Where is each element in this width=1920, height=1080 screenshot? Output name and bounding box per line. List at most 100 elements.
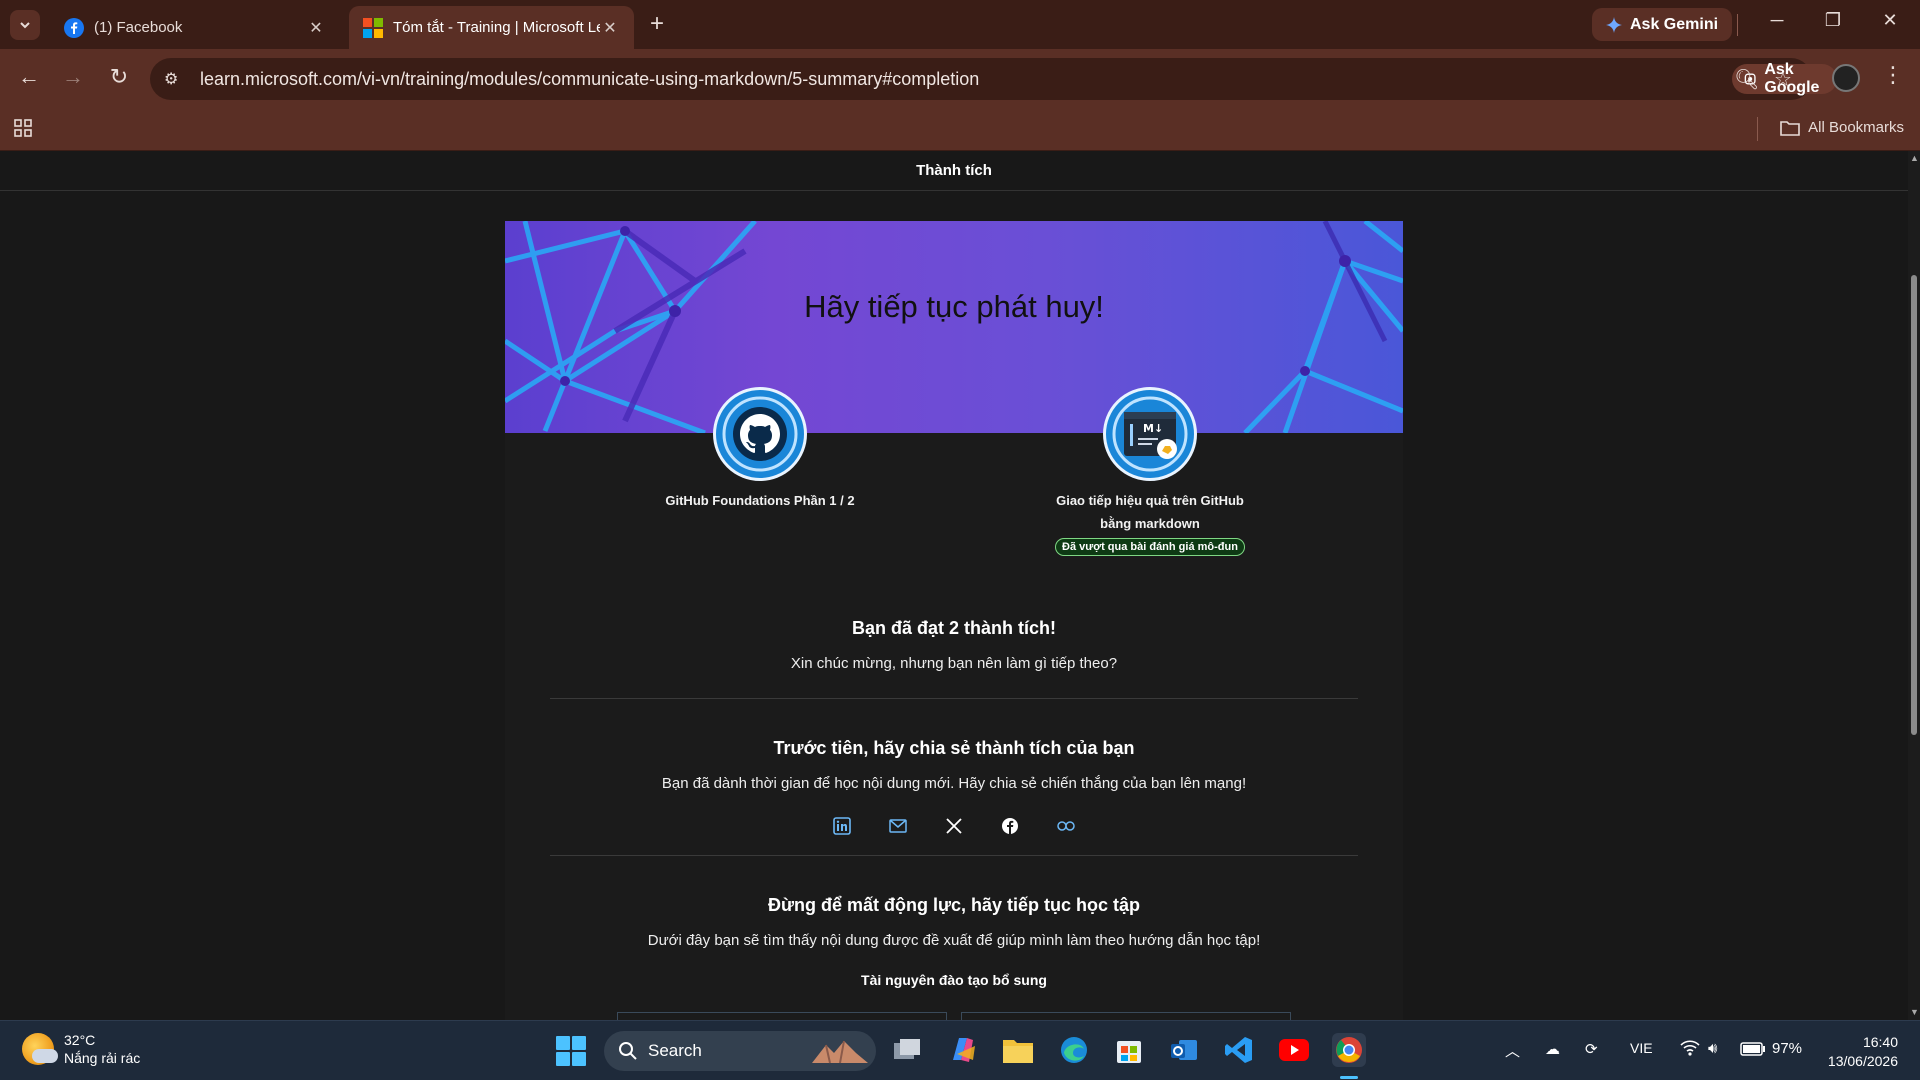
resource-card[interactable] bbox=[961, 1012, 1291, 1020]
profile-avatar[interactable] bbox=[1832, 64, 1860, 92]
divider bbox=[550, 698, 1358, 699]
windows-start-icon[interactable] bbox=[556, 1036, 586, 1066]
outlook-icon[interactable] bbox=[1167, 1033, 1201, 1067]
close-window-button[interactable]: ✕ bbox=[1870, 10, 1910, 31]
volume-icon[interactable]: 🔊︎ bbox=[1708, 1040, 1717, 1057]
tab-title: Tóm tắt - Training | Microsoft Learn bbox=[393, 19, 600, 36]
weather-temp: 32°C bbox=[64, 1032, 96, 1048]
badge-name: GitHub Foundations Phần 1 / 2 bbox=[665, 493, 855, 508]
menu-icon[interactable]: ⋮ bbox=[1882, 62, 1904, 88]
ask-gemini-label: Ask Gemini bbox=[1630, 15, 1719, 33]
share-title: Trước tiên, hãy chia sẻ thành tích của b… bbox=[773, 738, 1135, 758]
facebook-share-icon[interactable] bbox=[1001, 817, 1019, 835]
microsoft-store-icon[interactable] bbox=[1112, 1033, 1146, 1067]
taskbar-search[interactable]: Search bbox=[604, 1031, 876, 1071]
url-text: learn.microsoft.com/vi-vn/training/modul… bbox=[200, 68, 980, 89]
file-explorer-icon[interactable] bbox=[1001, 1033, 1035, 1067]
search-highlight-icon bbox=[812, 1040, 868, 1064]
gemini-sparkle-icon bbox=[1606, 16, 1622, 33]
onedrive-off-icon[interactable]: ☁ bbox=[1545, 1040, 1560, 1058]
badge-name: Giao tiếp hiệu quả trên GitHub bằng mark… bbox=[1015, 489, 1285, 535]
badge-github-foundations[interactable]: GitHub Foundations Phần 1 / 2 bbox=[625, 387, 895, 512]
badge-name-line1: Giao tiếp hiệu quả trên GitHub bbox=[1056, 493, 1244, 508]
forward-button[interactable]: → bbox=[58, 64, 88, 90]
folder-icon bbox=[1780, 120, 1800, 136]
page-title: Thành tích bbox=[0, 151, 1908, 191]
microsoft-365-icon[interactable] bbox=[946, 1033, 980, 1067]
browser-tab-bar: (1) Facebook ✕ Tóm tắt - Training | Micr… bbox=[0, 0, 1920, 49]
chrome-icon[interactable] bbox=[1332, 1033, 1366, 1067]
date: 13/06/2026 bbox=[1827, 1053, 1898, 1069]
bookmarks-bar: All Bookmarks bbox=[0, 109, 1920, 151]
keep-learning-section: Đừng để mất động lực, hãy tiếp tục học t… bbox=[505, 895, 1403, 916]
wifi-icon[interactable] bbox=[1680, 1040, 1700, 1060]
status-badge: Đã vượt qua bài đánh giá mô-đun bbox=[1055, 538, 1245, 556]
x-icon[interactable] bbox=[945, 817, 963, 835]
new-tab-button[interactable]: + bbox=[650, 12, 664, 36]
achievements-section: Bạn đã đạt 2 thành tích! bbox=[505, 618, 1403, 639]
show-hidden-icons[interactable]: ︿ bbox=[1505, 1040, 1520, 1061]
task-view-icon[interactable] bbox=[890, 1033, 924, 1067]
star-icon[interactable]: ☆ bbox=[1774, 67, 1792, 92]
tab-facebook[interactable]: (1) Facebook ✕ bbox=[50, 6, 340, 49]
battery-percent: 97% bbox=[1772, 1040, 1803, 1057]
address-bar[interactable]: ⚙ learn.microsoft.com/vi-vn/training/mod… bbox=[150, 58, 1838, 100]
back-button[interactable]: ← bbox=[14, 64, 44, 90]
scrollbar[interactable]: ▲ ▼ bbox=[1908, 151, 1920, 1020]
minimize-button[interactable]: ─ bbox=[1757, 10, 1797, 31]
markdown-icon: M↓ bbox=[1112, 396, 1188, 472]
clock[interactable]: 16:40 13/06/2026 bbox=[1828, 1033, 1898, 1071]
github-badge bbox=[713, 387, 807, 481]
resources-label: Tài nguyên đào tạo bổ sung bbox=[861, 972, 1047, 988]
scroll-thumb[interactable] bbox=[1911, 275, 1917, 735]
resource-card[interactable] bbox=[617, 1012, 947, 1020]
tab-search-button[interactable] bbox=[10, 10, 40, 40]
language-indicator[interactable]: VIE bbox=[1630, 1040, 1653, 1056]
facebook-icon bbox=[64, 17, 84, 38]
banner-title: Hãy tiếp tục phát huy! bbox=[804, 289, 1104, 324]
badge-name-line2: bằng markdown bbox=[1100, 516, 1200, 531]
reload-button[interactable]: ↻ bbox=[104, 64, 134, 90]
battery-indicator[interactable]: 97% bbox=[1740, 1040, 1802, 1057]
site-info-icon[interactable]: ⚙ bbox=[164, 69, 188, 89]
browser-toolbar: ← → ↻ ⚙ learn.microsoft.com/vi-vn/traini… bbox=[0, 49, 1920, 109]
divider bbox=[550, 855, 1358, 856]
close-icon[interactable]: ✕ bbox=[600, 18, 620, 38]
ask-gemini-button[interactable]: Ask Gemini bbox=[1592, 8, 1733, 41]
taskbar: 32°C Nắng rải rác Search ︿ ☁ ⟳ VIE � bbox=[0, 1020, 1920, 1080]
vscode-icon[interactable] bbox=[1222, 1033, 1256, 1067]
keep-learning-subtitle-wrap: Dưới đây bạn sẽ tìm thấy nội dung được đ… bbox=[505, 932, 1403, 949]
share-buttons bbox=[505, 817, 1403, 835]
linkedin-icon[interactable] bbox=[833, 817, 851, 835]
weather-sun-cloud-icon bbox=[22, 1033, 58, 1065]
link-icon[interactable] bbox=[1057, 817, 1075, 835]
tab-microsoft-learn[interactable]: Tóm tắt - Training | Microsoft Learn ✕ bbox=[349, 6, 634, 49]
scroll-down-icon[interactable]: ▼ bbox=[1910, 1007, 1919, 1017]
achievements-subtitle-wrap: Xin chúc mừng, nhưng bạn nên làm gì tiếp… bbox=[505, 655, 1403, 672]
badge-markdown[interactable]: M↓ Giao tiếp hiệu quả trên GitHub bằng m… bbox=[1015, 387, 1285, 556]
weather-desc: Nắng rải rác bbox=[64, 1050, 141, 1066]
email-icon[interactable] bbox=[889, 817, 907, 835]
all-bookmarks-button[interactable]: All Bookmarks bbox=[1780, 119, 1904, 136]
chevron-down-icon bbox=[20, 22, 30, 29]
share-section: Trước tiên, hãy chia sẻ thành tích của b… bbox=[505, 738, 1403, 759]
share-subtitle: Bạn đã dành thời gian để học nội dung mớ… bbox=[661, 775, 1247, 792]
apps-grid-icon[interactable] bbox=[14, 119, 32, 137]
resources-label-wrap: Tài nguyên đào tạo bổ sung bbox=[505, 972, 1403, 988]
time: 16:40 bbox=[1862, 1034, 1898, 1050]
tab-title: (1) Facebook bbox=[94, 19, 183, 36]
youtube-icon[interactable] bbox=[1277, 1033, 1311, 1067]
keep-learning-title: Đừng để mất động lực, hãy tiếp tục học t… bbox=[767, 895, 1141, 915]
completion-card: Hãy tiếp tục phát huy! GitHub Foundation… bbox=[505, 221, 1403, 1020]
active-app-indicator bbox=[1340, 1076, 1358, 1079]
share-subtitle-wrap: Bạn đã dành thời gian để học nội dung mớ… bbox=[505, 775, 1403, 792]
restore-button[interactable]: ❐ bbox=[1813, 10, 1853, 31]
search-icon bbox=[619, 1042, 637, 1060]
sync-icon[interactable]: ⟳ bbox=[1585, 1040, 1598, 1058]
weather-widget[interactable]: 32°C Nắng rải rác bbox=[22, 1031, 140, 1067]
close-icon[interactable]: ✕ bbox=[306, 18, 326, 38]
scroll-up-icon[interactable]: ▲ bbox=[1910, 153, 1919, 163]
edge-icon[interactable] bbox=[1057, 1033, 1091, 1067]
zoom-icon[interactable]: 🔍︎ bbox=[1734, 67, 1759, 92]
battery-icon bbox=[1740, 1041, 1765, 1056]
